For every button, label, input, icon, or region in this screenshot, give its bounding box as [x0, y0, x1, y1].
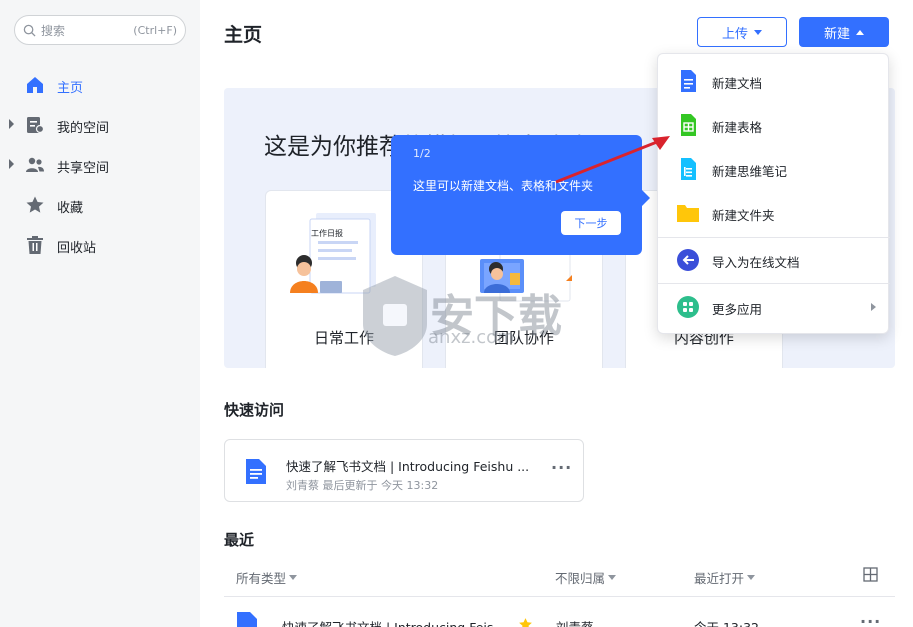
upload-button[interactable]: 上传 — [697, 17, 787, 47]
menu-item-label: 更多应用 — [712, 302, 763, 317]
import-icon — [677, 249, 699, 271]
search-box[interactable]: 搜索 (Ctrl+F) — [14, 15, 186, 45]
doc-icon — [246, 459, 266, 484]
apps-icon — [677, 296, 699, 318]
chevron-down-icon — [289, 575, 298, 580]
filter-owner-dropdown[interactable]: 不限归属 — [555, 568, 617, 587]
more-options-icon[interactable]: ··· — [551, 458, 572, 477]
expand-arrow-icon[interactable] — [9, 159, 14, 169]
sidebar-item-my-space[interactable]: 我的空间 — [0, 105, 200, 145]
expand-arrow-icon[interactable] — [9, 119, 14, 129]
trash-icon — [27, 236, 43, 254]
grid-view-icon[interactable] — [863, 567, 878, 582]
search-icon — [23, 24, 36, 37]
menu-item-import[interactable]: 导入为在线文档 — [658, 238, 890, 282]
tooltip-pointer — [642, 190, 650, 206]
annotation-arrow-icon — [555, 136, 670, 184]
shared-space-icon — [26, 157, 44, 172]
search-shortcut: (Ctrl+F) — [133, 23, 177, 37]
table-header-divider — [224, 596, 895, 597]
menu-item-label: 导入为在线文档 — [712, 255, 800, 270]
new-button[interactable]: 新建 — [799, 17, 889, 47]
filter-label: 最近打开 — [694, 571, 745, 586]
sidebar-item-trash[interactable]: 回收站 — [0, 225, 200, 265]
chevron-down-icon — [754, 29, 762, 35]
new-dropdown-menu: 新建文档 新建表格 新建思维笔记 新建文件夹 导入为在线文档 更多应用 — [657, 53, 890, 334]
menu-item-more-apps[interactable]: 更多应用 — [658, 285, 890, 329]
page-title: 主页 — [224, 24, 263, 46]
folder-icon — [677, 205, 699, 222]
sidebar-item-label: 回收站 — [57, 241, 97, 256]
chevron-right-icon — [871, 303, 876, 311]
sidebar: 搜索 (Ctrl+F) 主页 我的空间 共享空间 收藏 回收站 — [0, 0, 200, 627]
sidebar-item-favorites[interactable]: 收藏 — [0, 185, 200, 225]
sidebar-item-label: 我的空间 — [57, 121, 110, 136]
row-owner: 刘青蔡 — [556, 617, 594, 627]
row-name: 快速了解飞书文档 | Introducing Feis... — [282, 617, 505, 627]
upload-button-label: 上传 — [721, 26, 748, 42]
quick-access-title: 快速访问 — [224, 401, 285, 419]
quick-access-item-subtitle: 刘青蔡 最后更新于 今天 13:32 — [286, 479, 439, 492]
row-time: 今天 13:32 — [694, 617, 759, 627]
card-art-text: 工作日报 — [311, 229, 343, 238]
home-icon — [27, 77, 43, 93]
quick-access-item-title: 快速了解飞书文档 | Introducing Feishu ... — [286, 459, 530, 474]
sidebar-item-label: 收藏 — [57, 201, 84, 216]
menu-item-label: 新建文档 — [712, 76, 763, 91]
menu-item-label: 新建思维笔记 — [712, 164, 788, 179]
filter-label: 所有类型 — [236, 571, 287, 586]
sidebar-item-label: 共享空间 — [57, 161, 110, 176]
sidebar-item-label: 主页 — [57, 81, 84, 96]
new-button-label: 新建 — [823, 26, 850, 42]
menu-item-label: 新建表格 — [712, 120, 763, 135]
watermark-subtext: anxz.com — [428, 327, 515, 348]
doc-icon — [237, 612, 257, 627]
menu-item-new-mindnote[interactable]: 新建思维笔记 — [658, 147, 890, 191]
chevron-down-icon — [608, 575, 617, 580]
quick-access-card[interactable]: 快速了解飞书文档 | Introducing Feishu ... 刘青蔡 最后… — [224, 439, 584, 502]
next-step-button[interactable]: 下一步 — [561, 211, 621, 235]
more-options-icon[interactable]: ··· — [860, 612, 881, 627]
sidebar-item-shared-space[interactable]: 共享空间 — [0, 145, 200, 185]
sort-recent-dropdown[interactable]: 最近打开 — [694, 568, 756, 587]
chevron-up-icon — [856, 29, 864, 35]
filter-label: 不限归属 — [555, 571, 606, 586]
doc-icon — [681, 70, 696, 92]
menu-divider — [658, 283, 890, 284]
tooltip-step: 1/2 — [413, 147, 431, 160]
sidebar-item-home[interactable]: 主页 — [0, 65, 200, 105]
menu-item-new-folder[interactable]: 新建文件夹 — [658, 191, 890, 235]
chevron-down-icon — [747, 575, 756, 580]
recent-title: 最近 — [224, 531, 255, 549]
search-input-placeholder: 搜索 — [41, 23, 66, 38]
menu-item-new-doc[interactable]: 新建文档 — [658, 59, 890, 103]
star-icon — [26, 196, 44, 213]
star-icon[interactable] — [518, 617, 533, 627]
menu-item-label: 新建文件夹 — [712, 208, 775, 223]
menu-item-new-sheet[interactable]: 新建表格 — [658, 103, 890, 147]
filter-type-dropdown[interactable]: 所有类型 — [236, 568, 298, 587]
my-space-icon — [27, 117, 45, 134]
